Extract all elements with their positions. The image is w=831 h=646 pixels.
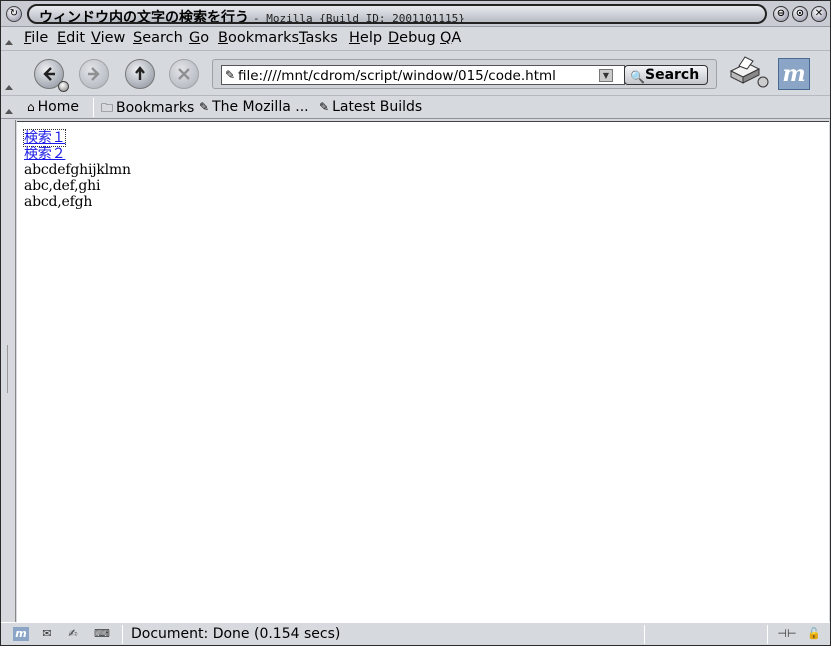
menu-accelerator: D [388, 30, 400, 46]
security-lock-icon[interactable]: 🔓 [806, 627, 822, 641]
menu-tasks-label: Tasks [299, 30, 338, 46]
online-status-icon[interactable]: ⊣⊢ [775, 627, 799, 641]
magnifier-icon: 🔍 [630, 70, 645, 84]
status-separator [644, 625, 645, 644]
menu-file[interactable]: File [24, 30, 48, 46]
forward-button[interactable] [79, 59, 109, 89]
search-link-1[interactable]: 検索１ [22, 129, 67, 147]
bookmark-icon: ✎ [199, 100, 210, 114]
menu-accelerator: V [91, 30, 101, 46]
menu-go[interactable]: Go [189, 30, 209, 46]
home-button[interactable]: ⌂ Home [27, 99, 79, 115]
menu-accelerator: H [349, 30, 360, 46]
menu-edit[interactable]: Edit [57, 30, 85, 46]
browser-window: ↻ ウィンドウ内の文字の検索を行う - Mozilla {Build ID: 20… [0, 0, 831, 646]
menu-accelerator: F [24, 30, 32, 46]
shade-button[interactable]: ⊖ [773, 6, 789, 22]
menu-file-label: File [24, 30, 49, 46]
toolbar-separator [93, 98, 94, 117]
navigation-toolbar: ✎ ▼ 🔍Search m [1, 51, 830, 96]
search-link-2[interactable]: 検索２ [24, 146, 66, 162]
bookmark-icon: ✎ [319, 100, 330, 114]
window-menu-icon[interactable]: ↻ [6, 6, 22, 22]
menu-bookmarks-label: Bookmarks [218, 30, 300, 46]
stop-button[interactable] [169, 59, 199, 89]
menubar-grip-icon[interactable] [4, 29, 13, 48]
sidebar-splitter[interactable] [1, 120, 16, 623]
bookmark-latest-builds[interactable]: ✎ Latest Builds [319, 99, 422, 115]
personal-toolbar: ⌂ Home 🗀 Bookmarks ✎ The Mozilla ... ✎ Lates… [1, 96, 830, 119]
status-separator [122, 625, 123, 644]
text-line-3: abcd,efgh [24, 194, 93, 210]
composer-icon[interactable]: ✍ [65, 627, 81, 641]
menu-accelerator: T [299, 30, 306, 46]
menu-search[interactable]: Search [133, 30, 183, 46]
menu-accelerator: E [57, 30, 67, 46]
menu-help-label: Help [349, 30, 383, 46]
menu-bookmarks[interactable]: Bookmarks [218, 30, 299, 46]
status-text: Document: Done (0.154 secs) [131, 626, 341, 642]
menu-tasks[interactable]: Tasks [299, 30, 338, 46]
stop-icon [178, 68, 190, 80]
navbar-grip-icon[interactable] [4, 53, 13, 93]
search-link-2-row: 検索２ [24, 146, 66, 162]
menu-view-label: View [91, 30, 126, 46]
folder-icon: 🗀 [101, 101, 114, 115]
home-icon: ⌂ [27, 100, 35, 114]
url-bar: ✎ ▼ 🔍Search [212, 59, 717, 89]
back-history-dropdown[interactable] [58, 81, 69, 92]
search-button-label: Search [645, 67, 700, 83]
mail-icon[interactable]: ✉ [39, 627, 55, 641]
window-title-text: ウィンドウ内の文字の検索を行う [39, 10, 249, 24]
search-button[interactable]: 🔍 Search [624, 65, 708, 85]
status-separator [767, 625, 768, 644]
menu-accelerator: S [133, 30, 143, 46]
personalbar-grip-icon[interactable] [4, 98, 13, 117]
title-pill[interactable]: ウィンドウ内の文字の検索を行う - Mozilla {Build ID: 2001… [27, 4, 767, 24]
page-proxy-icon[interactable]: ✎ [225, 68, 235, 82]
text-line-1: abcdefghijklmn [24, 162, 131, 178]
navigator-icon[interactable]: m [13, 627, 29, 641]
menu-accelerator: G [189, 30, 201, 46]
menu-view[interactable]: View [91, 30, 125, 46]
menu-search-label: Search [133, 30, 183, 46]
menu-bar: File Edit View Search Go Bookmarks Tasks… [1, 27, 830, 51]
address-book-icon[interactable]: ⌨ [94, 627, 110, 641]
bookmarks-label: Bookmarks [116, 100, 195, 116]
maximize-button[interactable]: ⊙ [792, 6, 808, 22]
home-label: Home [37, 99, 79, 115]
page-content: 検索１ 検索２ abcdefghijklmn abc,def,ghi abcd,… [17, 121, 829, 622]
window-title: ウィンドウ内の文字の検索を行う - Mozilla {Build ID: 2001… [39, 7, 465, 24]
sidebar-grip-icon[interactable] [7, 345, 11, 393]
printer-icon [729, 56, 769, 88]
search-link-1-row: 検索１ [22, 129, 67, 147]
menu-accelerator: Q [440, 30, 452, 46]
menu-qa[interactable]: QA [440, 30, 461, 46]
menu-debug[interactable]: Debug [388, 30, 436, 46]
bookmarks-button[interactable]: 🗀 Bookmarks [101, 99, 194, 120]
forward-icon [88, 67, 100, 81]
bookmark-mozilla[interactable]: ✎ The Mozilla ... [199, 99, 309, 115]
close-button[interactable]: ✕ [811, 6, 827, 22]
window-subtitle: - Mozilla {Build ID: 2001101115} [253, 12, 465, 24]
status-bar: m ✉ ✍ ⌨ Document: Done (0.154 secs) ⊣⊢ 🔓 [1, 622, 830, 645]
url-dropdown-button[interactable]: ▼ [599, 69, 613, 82]
bookmark-mozilla-label: The Mozilla ... [212, 99, 309, 115]
mozilla-logo-icon[interactable]: m [778, 58, 810, 90]
bookmark-latest-builds-label: Latest Builds [332, 99, 423, 115]
menu-debug-label: Debug [388, 30, 436, 46]
reload-icon [135, 66, 145, 80]
reload-button[interactable] [125, 59, 155, 89]
print-button[interactable] [727, 55, 771, 91]
menu-edit-label: Edit [57, 30, 86, 46]
menu-go-label: Go [189, 30, 210, 46]
url-input[interactable] [221, 65, 625, 85]
menu-qa-label: QA [440, 30, 462, 46]
back-icon [43, 67, 55, 81]
menu-help[interactable]: Help [349, 30, 382, 46]
menu-accelerator: B [218, 30, 228, 46]
text-line-2: abc,def,ghi [24, 178, 101, 194]
title-bar[interactable]: ↻ ウィンドウ内の文字の検索を行う - Mozilla {Build ID: 20… [1, 1, 830, 27]
